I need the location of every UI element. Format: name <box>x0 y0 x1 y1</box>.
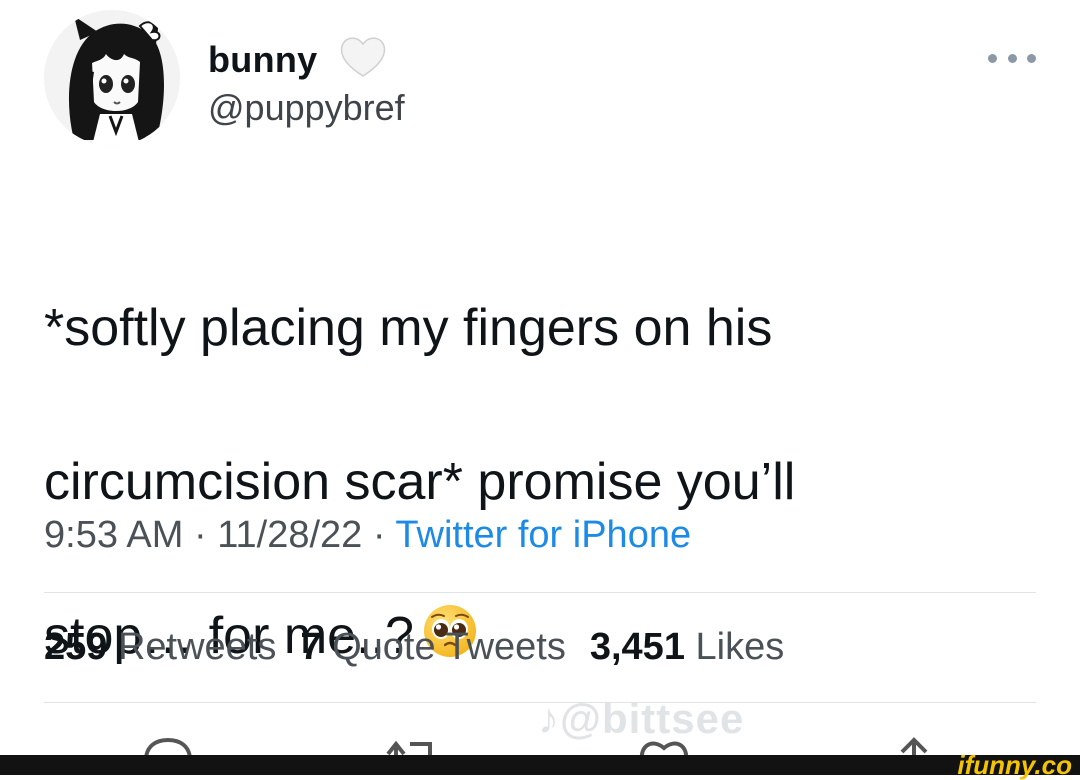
tweet-source-link[interactable]: Twitter for iPhone <box>395 514 691 556</box>
retweet-icon[interactable] <box>384 734 440 755</box>
retweets-label: Retweets <box>117 626 277 668</box>
tweet-text: *softly placing my fingers on his circum… <box>44 213 1044 752</box>
quote-tweets-stat[interactable]: 7 Quote Tweets <box>300 626 565 668</box>
site-watermark-bar: ifunny.co <box>0 750 1080 780</box>
retweets-count: 259 <box>44 626 108 668</box>
tweet-stats: 259 Retweets 7 Quote Tweets 3,451 Likes <box>44 624 784 670</box>
tweet-date[interactable]: 11/28/22 <box>217 514 362 556</box>
quote-tweets-label: Quote Tweets <box>332 626 566 668</box>
likes-count: 3,451 <box>589 626 685 668</box>
share-icon[interactable] <box>886 734 942 755</box>
meta-separator: · <box>193 514 207 556</box>
more-dot-icon <box>1007 53 1017 63</box>
more-options-button[interactable] <box>988 48 1036 68</box>
author-display-name[interactable]: bunny <box>208 38 317 82</box>
reply-icon[interactable] <box>140 734 196 755</box>
likes-stat[interactable]: 3,451 Likes <box>590 626 784 668</box>
author-avatar[interactable] <box>44 10 180 146</box>
meta-separator: · <box>372 514 386 556</box>
divider <box>44 592 1036 593</box>
author-handle[interactable]: @puppybref <box>208 86 405 130</box>
anime-girl-avatar-icon <box>44 10 180 146</box>
tweet-text-line: *softly placing my fingers on his <box>44 299 773 357</box>
quote-tweets-count: 7 <box>300 626 322 668</box>
likes-label: Likes <box>695 626 785 668</box>
retweets-stat[interactable]: 259 Retweets <box>44 626 276 668</box>
more-dot-icon <box>988 53 997 63</box>
like-icon[interactable] <box>636 734 692 755</box>
tweet-action-bar <box>0 730 1080 755</box>
tweet-meta: 9:53 AM · 11/28/22 · Twitter for iPhone <box>44 512 691 558</box>
white-heart-icon <box>340 37 386 77</box>
tweet-text-line: circumcision scar* promise you’ll <box>44 453 796 511</box>
tweet-time[interactable]: 9:53 AM <box>44 514 183 556</box>
ifunny-logo: ifunny.co <box>957 750 1072 780</box>
more-dot-icon <box>1027 53 1036 63</box>
